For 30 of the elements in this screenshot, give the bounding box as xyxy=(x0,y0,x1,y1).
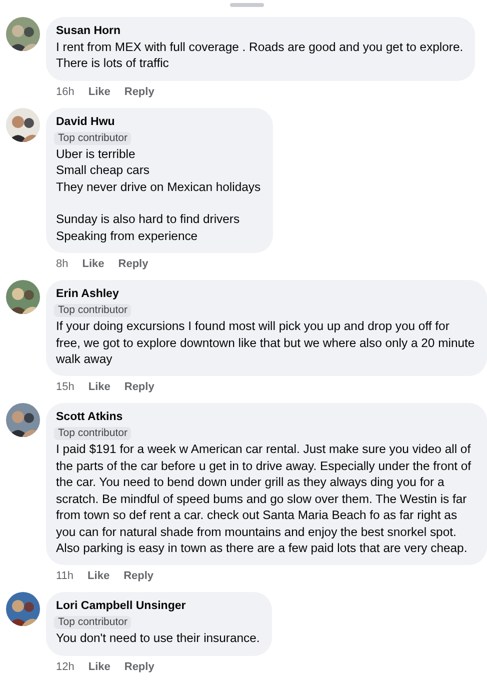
author-name[interactable]: David Hwu xyxy=(56,114,115,130)
comment-time: 16h xyxy=(56,86,74,98)
comment-time: 11h xyxy=(56,570,74,582)
comment-time: 15h xyxy=(56,381,74,394)
reply-link[interactable]: Reply xyxy=(124,570,154,582)
author-name[interactable]: Erin Ashley xyxy=(56,287,119,302)
like-link[interactable]: Like xyxy=(88,381,110,394)
comment-text: Uber is terrible Small cheap cars They never drive on Mexican holidays Sunday is also hard to find drivers Speaking from experience xyxy=(56,146,261,244)
comment-text: If your doing excursions I found most will pick you up and drop you off for free, we got to explore downtown like that but we where also only a 20 minute walk away xyxy=(56,318,475,368)
comment-text: You don't need to use their insurance. xyxy=(56,630,260,647)
contributor-badge: Top contributor xyxy=(54,132,132,145)
like-link[interactable]: Like xyxy=(88,660,110,673)
author-name[interactable]: Scott Atkins xyxy=(56,410,123,426)
author-name[interactable]: Susan Horn xyxy=(56,24,121,39)
drag-handle[interactable] xyxy=(230,3,264,7)
reply-link[interactable]: Reply xyxy=(124,86,154,98)
contributor-badge: Top contributor xyxy=(54,427,132,440)
comment-text: I paid $191 for a week w American car rental. Just make sure you video all of the parts of the car before u get in to drive away. Especially under the front of the car. You need to bend down under grill as they always ding you for a scratch. Be mindful of speed bums and go slow over them. The Westin is far from town so def rent a car. check out Santa Maria Beach fo as far right as you can for natural shade from mountains and enjoy the best snorkel spot. Also parking is easy in town as there are a few paid lots that are very cheap. xyxy=(56,441,472,556)
like-link[interactable]: Like xyxy=(82,258,104,270)
reply-link[interactable]: Reply xyxy=(124,660,154,673)
comment-time: 12h xyxy=(56,660,74,673)
contributor-badge: Top contributor xyxy=(54,304,132,318)
like-link[interactable]: Like xyxy=(88,570,110,582)
reply-link[interactable]: Reply xyxy=(118,258,148,270)
like-link[interactable]: Like xyxy=(88,86,110,98)
comment-time: 8h xyxy=(56,258,68,270)
author-name[interactable]: Lori Campbell Unsinger xyxy=(56,599,186,614)
contributor-badge: Top contributor xyxy=(54,616,132,630)
reply-link[interactable]: Reply xyxy=(124,381,154,394)
comment-text: I rent from MEX with full coverage . Roads are good and you get to explore. There is lots of traffic xyxy=(56,39,464,72)
